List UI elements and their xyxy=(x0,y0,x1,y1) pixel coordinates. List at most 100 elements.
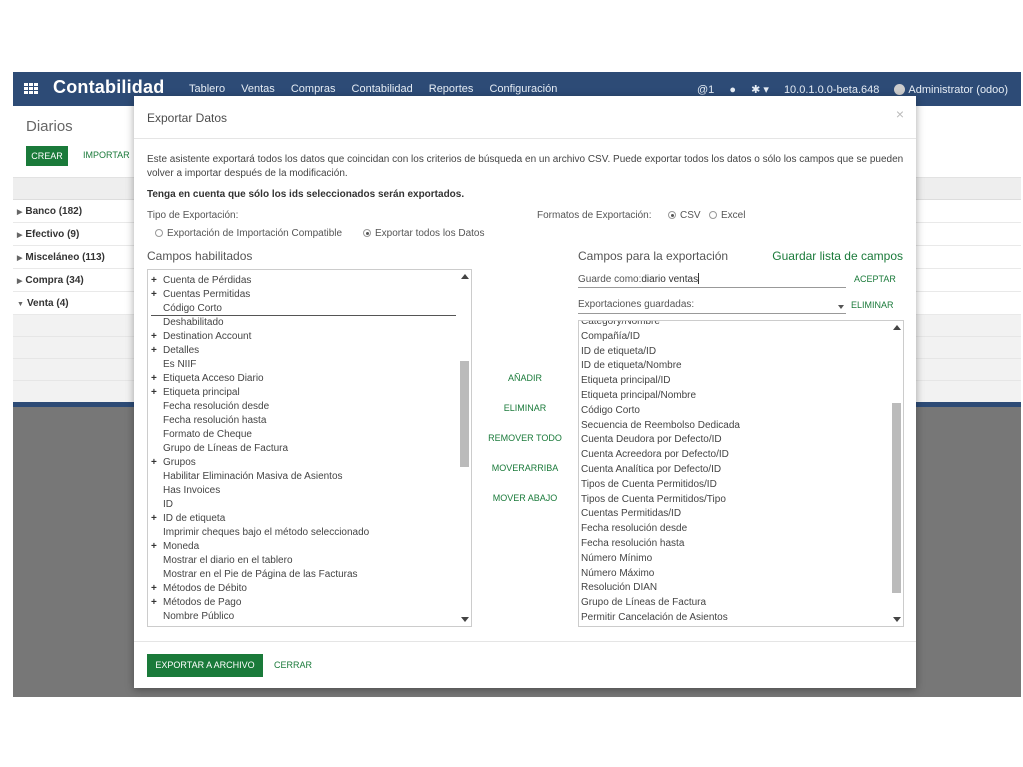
available-field-item[interactable]: + Etiqueta principal xyxy=(151,386,456,400)
available-field-item[interactable]: + Grupos xyxy=(151,456,456,470)
export-field-item[interactable]: Cuenta Deudora por Defecto/ID xyxy=(581,433,886,448)
plus-icon[interactable]: + xyxy=(151,274,163,288)
available-fields-list[interactable]: + Cuenta de Pérdidas + Cuentas Permitidas Có… xyxy=(147,269,472,627)
plus-icon[interactable]: + xyxy=(151,582,163,596)
available-field-item[interactable]: Código Corto xyxy=(151,302,456,316)
export-field-item[interactable]: Grupo de Líneas de Factura xyxy=(581,596,886,611)
save-as-input[interactable]: diario ventas xyxy=(641,274,698,285)
remove-all-button[interactable]: REMOVER TODO xyxy=(482,433,568,443)
available-field-item[interactable]: Has Invoices xyxy=(151,484,456,498)
import-button[interactable]: IMPORTAR xyxy=(83,150,130,160)
scroll-up-icon[interactable] xyxy=(461,274,469,279)
plus-icon[interactable]: + xyxy=(151,344,163,358)
available-field-item[interactable]: Habilitar Eliminación Masiva de Asientos xyxy=(151,470,456,484)
close-icon[interactable]: × xyxy=(896,106,904,122)
save-as-field[interactable]: Guarde como:diario ventas xyxy=(578,273,846,288)
mentions-counter[interactable]: @1 xyxy=(697,84,714,96)
scroll-down-icon[interactable] xyxy=(461,617,469,622)
available-field-item[interactable]: + ID de etiqueta xyxy=(151,512,456,526)
available-field-item[interactable]: + Métodos de Débito xyxy=(151,582,456,596)
available-field-item[interactable]: + Detalles xyxy=(151,344,456,358)
available-field-item[interactable]: + Etiqueta Acceso Diario xyxy=(151,372,456,386)
export-field-item[interactable]: Compañía/ID xyxy=(581,330,886,345)
available-field-item[interactable]: + Destination Account xyxy=(151,330,456,344)
export-type-compatible-radio[interactable]: Exportación de Importación Compatible xyxy=(155,228,342,239)
available-field-item[interactable]: + Cuentas Permitidas xyxy=(151,288,456,302)
export-field-item[interactable]: Fecha resolución hasta xyxy=(581,537,886,552)
available-field-item[interactable]: Deshabilitado xyxy=(151,316,456,330)
available-field-item[interactable]: + Métodos de Pago xyxy=(151,596,456,610)
user-menu[interactable]: Administrator (odoo) xyxy=(894,84,1008,96)
chat-icon[interactable]: ● xyxy=(729,84,736,96)
available-field-item[interactable]: Formato de Cheque xyxy=(151,428,456,442)
export-field-item[interactable]: ID de etiqueta/Nombre xyxy=(581,359,886,374)
export-field-item[interactable]: Fecha resolución desde xyxy=(581,522,886,537)
plus-icon[interactable]: + xyxy=(151,372,163,386)
plus-icon[interactable]: + xyxy=(151,386,163,400)
export-field-item[interactable]: Cuenta Acreedora por Defecto/ID xyxy=(581,448,886,463)
app-brand[interactable]: Contabilidad xyxy=(53,77,164,98)
export-field-item[interactable]: Tipos de Cuenta Permitidos/Tipo xyxy=(581,493,886,508)
export-field-item[interactable]: Permitir Cancelación de Asientos xyxy=(581,611,886,626)
menu-item-configuracion[interactable]: Configuración xyxy=(489,83,557,95)
export-field-item[interactable]: Etiqueta principal/ID xyxy=(581,374,886,389)
format-excel-radio[interactable]: Excel xyxy=(709,210,745,221)
export-type-all-radio[interactable]: Exportar todos los Datos xyxy=(363,228,485,239)
menu-item-compras[interactable]: Compras xyxy=(291,83,336,95)
plus-icon[interactable]: + xyxy=(151,540,163,554)
scrollbar-thumb[interactable] xyxy=(892,403,901,593)
export-to-file-button[interactable]: EXPORTAR A ARCHIVO xyxy=(147,654,263,677)
available-field-item[interactable]: Fecha resolución hasta xyxy=(151,414,456,428)
export-fields-list[interactable]: Category/Nombre Compañía/ID ID de etiqueta… xyxy=(578,320,904,627)
export-field-item[interactable]: ID de etiqueta/ID xyxy=(581,345,886,360)
plus-icon[interactable]: + xyxy=(151,288,163,302)
delete-saved-export-button[interactable]: ELIMINAR xyxy=(851,300,894,310)
menu-item-tablero[interactable]: Tablero xyxy=(189,83,225,95)
available-field-item[interactable]: Es NIIF xyxy=(151,358,456,372)
export-field-item[interactable]: Resolución DIAN xyxy=(581,581,886,596)
available-field-item[interactable]: Fecha resolución desde xyxy=(151,400,456,414)
create-button[interactable]: CREAR xyxy=(26,146,68,166)
close-button[interactable]: CERRAR xyxy=(274,660,312,670)
plus-icon[interactable]: + xyxy=(151,456,163,470)
plus-icon[interactable]: + xyxy=(151,596,163,610)
move-down-button[interactable]: MOVER ABAJO xyxy=(482,493,568,503)
debug-menu[interactable]: ✱ ▾ xyxy=(751,84,769,96)
menu-item-ventas[interactable]: Ventas xyxy=(241,83,275,95)
scroll-up-icon[interactable] xyxy=(893,325,901,330)
menu-item-reportes[interactable]: Reportes xyxy=(429,83,474,95)
radio-checked-icon xyxy=(363,229,371,237)
remove-field-button[interactable]: ELIMINAR xyxy=(482,403,568,413)
available-field-item[interactable]: ID xyxy=(151,498,456,512)
accept-button[interactable]: ACEPTAR xyxy=(854,274,896,284)
available-field-item[interactable]: Imprimir cheques bajo el método seleccio… xyxy=(151,526,456,540)
export-field-item[interactable]: Category/Nombre xyxy=(581,321,886,330)
move-up-button[interactable]: MOVERARRIBA xyxy=(482,463,568,473)
scrollbar-thumb[interactable] xyxy=(460,361,469,467)
available-field-item[interactable]: Nombre Público xyxy=(151,610,456,624)
scroll-down-icon[interactable] xyxy=(893,617,901,622)
export-field-item[interactable]: Cuenta Analítica por Defecto/ID xyxy=(581,463,886,478)
export-field-item[interactable]: Código Corto xyxy=(581,404,886,419)
apps-grid-icon[interactable] xyxy=(24,83,38,95)
available-field-item[interactable]: + Moneda xyxy=(151,540,456,554)
saved-exports-select[interactable]: Exportaciones guardadas: xyxy=(578,299,846,314)
save-field-list-link[interactable]: Guardar lista de campos xyxy=(772,249,903,263)
add-field-button[interactable]: AÑADIR xyxy=(482,373,568,383)
menu-item-contabilidad[interactable]: Contabilidad xyxy=(352,83,413,95)
scrollbar[interactable] xyxy=(458,270,471,626)
export-field-item[interactable]: Número Mínimo xyxy=(581,552,886,567)
export-field-item[interactable]: Etiqueta principal/Nombre xyxy=(581,389,886,404)
available-field-item[interactable]: + Cuenta de Pérdidas xyxy=(151,274,456,288)
export-field-item[interactable]: Número Máximo xyxy=(581,567,886,582)
export-field-item[interactable]: Tipos de Cuenta Permitidos/ID xyxy=(581,478,886,493)
export-field-item[interactable]: Secuencia de Reembolso Dedicada xyxy=(581,419,886,434)
available-field-item[interactable]: Grupo de Líneas de Factura xyxy=(151,442,456,456)
available-field-item[interactable]: Mostrar el diario en el tablero xyxy=(151,554,456,568)
plus-icon[interactable]: + xyxy=(151,330,163,344)
available-field-item[interactable]: Mostrar en el Pie de Página de las Factu… xyxy=(151,568,456,582)
scrollbar[interactable] xyxy=(890,321,903,626)
export-field-item[interactable]: Cuentas Permitidas/ID xyxy=(581,507,886,522)
plus-icon[interactable]: + xyxy=(151,512,163,526)
format-csv-radio[interactable]: CSV xyxy=(668,210,701,221)
